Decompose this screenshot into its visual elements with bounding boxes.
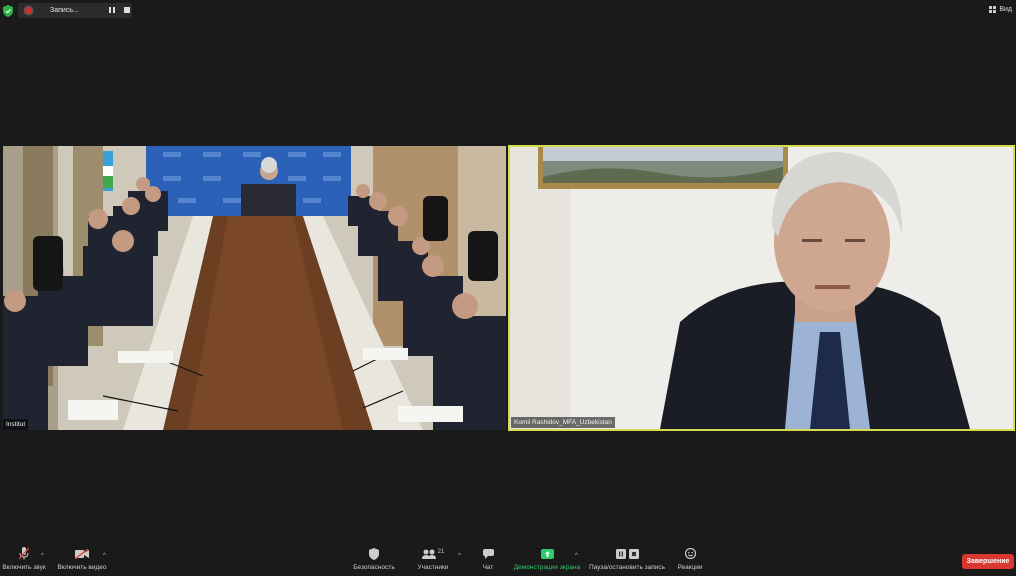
recording-indicator: Запись... xyxy=(18,3,132,18)
pause-icon[interactable] xyxy=(109,7,115,13)
emoji-reaction-icon xyxy=(684,547,696,560)
unmute-button[interactable]: Включить звук xyxy=(0,547,48,571)
participants-label: Участники xyxy=(417,564,449,571)
share-options-caret-icon[interactable]: ^ xyxy=(575,553,578,559)
recording-controls-icons xyxy=(615,547,639,560)
video-options-caret-icon[interactable]: ^ xyxy=(103,553,106,559)
participants-icon: 21 xyxy=(421,547,445,560)
stop-recording-icon xyxy=(628,548,639,559)
conference-room-video xyxy=(3,146,506,430)
chat-button[interactable]: Чат xyxy=(478,547,498,571)
share-screen-label: Демонстрация экрана xyxy=(513,564,581,571)
video-tile-active-speaker[interactable]: Komil Rashidov_MFA_Uzbekistan xyxy=(508,145,1015,431)
participants-count: 21 xyxy=(437,548,445,555)
chat-label: Чат xyxy=(482,564,494,571)
speaker-video xyxy=(510,147,1013,429)
record-dot-icon xyxy=(25,7,32,14)
security-label: Безопасность xyxy=(353,564,395,571)
shield-icon[interactable] xyxy=(3,5,13,17)
stop-icon[interactable] xyxy=(124,7,130,13)
view-button[interactable]: Вид xyxy=(989,6,1012,13)
share-screen-button[interactable]: Демонстрация экрана xyxy=(513,547,581,571)
reactions-label: Реакции xyxy=(677,564,703,571)
participants-options-caret-icon[interactable]: ^ xyxy=(458,553,461,559)
participant-name-label: Institut xyxy=(3,419,29,430)
security-button[interactable]: Безопасность xyxy=(352,547,396,571)
pause-recording-icon xyxy=(615,548,626,559)
chat-bubble-icon xyxy=(482,547,494,560)
start-video-button[interactable]: Включить видео xyxy=(55,547,109,571)
video-tile-institut[interactable]: Institut xyxy=(3,146,506,430)
reactions-button[interactable]: Реакции xyxy=(676,547,704,571)
participants-button[interactable]: 21 Участники xyxy=(416,547,450,572)
grid-view-icon xyxy=(989,6,997,13)
meeting-toolbar: Включить звук ^ Включить видео ^ Безопас… xyxy=(0,547,1016,576)
participant-name-label: Komil Rashidov_MFA_Uzbekistan xyxy=(511,417,615,428)
pause-stop-recording-label: Пауза/остановить запись xyxy=(588,564,666,571)
recording-label: Запись... xyxy=(50,7,79,14)
pause-stop-recording-button[interactable]: Пауза/остановить запись xyxy=(588,547,666,571)
audio-options-caret-icon[interactable]: ^ xyxy=(41,553,44,559)
share-screen-icon xyxy=(540,547,554,560)
video-off-icon xyxy=(75,547,89,560)
view-label: Вид xyxy=(999,6,1012,13)
security-shield-icon xyxy=(369,547,379,560)
muted-microphone-icon xyxy=(19,547,29,560)
end-meeting-button[interactable]: Завершение xyxy=(962,554,1014,569)
unmute-label: Включить звук xyxy=(2,564,46,571)
start-video-label: Включить видео xyxy=(57,564,107,571)
